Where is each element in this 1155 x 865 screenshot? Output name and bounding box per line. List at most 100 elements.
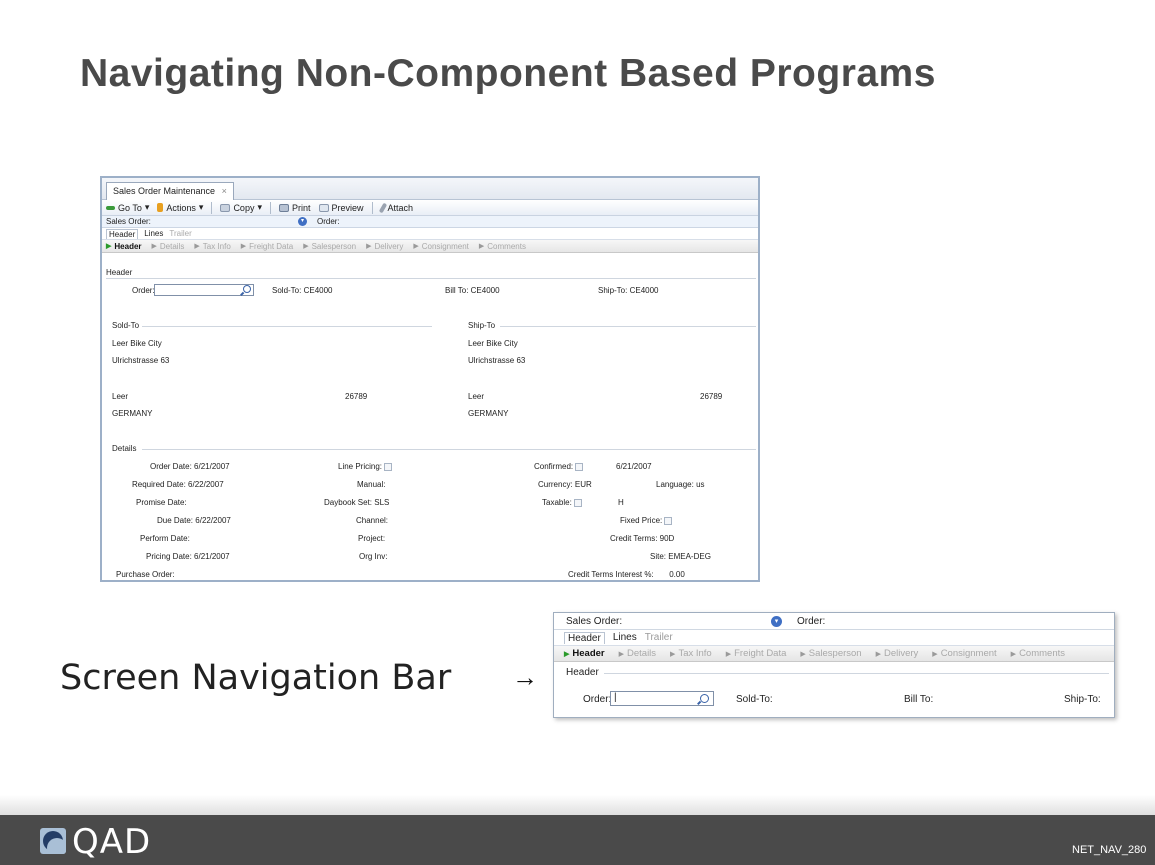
credit-terms-label: Credit Terms: xyxy=(610,534,658,543)
nav-item-salesperson[interactable]: ▶ Salesperson xyxy=(303,242,356,251)
nav-label: Details xyxy=(159,241,185,251)
frame-tab-lines[interactable]: Lines xyxy=(144,229,163,238)
due-date-label: Due Date: xyxy=(157,516,194,525)
chevron-down-icon: ▾ xyxy=(144,202,150,212)
copy-button[interactable]: Copy ▾ xyxy=(220,202,262,213)
tab-sales-order-maintenance[interactable]: Sales Order Maintenance × xyxy=(106,182,234,200)
ship-to-title: Ship-To xyxy=(468,321,496,330)
nav-label: Header xyxy=(114,241,142,251)
zoom-nav-item-comments[interactable]: ▶ Comments xyxy=(1011,648,1065,659)
header-section-title: Header xyxy=(106,268,133,277)
zoom-nav-item-details[interactable]: ▶ Details xyxy=(619,648,656,659)
nav-item-freight-data[interactable]: ▶ Freight Data xyxy=(241,242,293,251)
sold-to-name: Leer Bike City xyxy=(112,339,162,348)
zoom-order-label: Order: xyxy=(797,616,826,627)
sold-to-title: Sold-To xyxy=(112,321,140,330)
zoom-nav-item-tax-info[interactable]: ▶ Tax Info xyxy=(670,648,712,659)
chevron-down-icon: ▾ xyxy=(198,202,204,212)
credit-terms-value: 90D xyxy=(659,534,675,543)
credit-interest-value: 0.00 xyxy=(669,570,685,579)
details-title: Details xyxy=(112,444,137,453)
print-button[interactable]: Print xyxy=(278,202,311,213)
zoom-frame-tab-lines[interactable]: Lines xyxy=(613,632,637,643)
preview-button[interactable]: Preview xyxy=(318,203,364,213)
zoom-frame-tab-trailer[interactable]: Trailer xyxy=(645,632,673,643)
confirmed-label: Confirmed: xyxy=(534,462,574,471)
zoom-sold-to-label: Sold-To: xyxy=(736,694,773,705)
order-date-label: Order Date: xyxy=(150,462,192,471)
play-icon: ▶ xyxy=(670,650,676,658)
nav-item-details[interactable]: ▶ Details xyxy=(152,242,185,251)
nav-item-consignment[interactable]: ▶ Consignment xyxy=(413,242,469,251)
zoom-bill-to-label: Bill To: xyxy=(904,694,934,705)
play-icon: ▶ xyxy=(800,650,806,658)
search-icon[interactable] xyxy=(700,694,709,703)
zoom-nav-item-header[interactable]: ▶ Header xyxy=(564,648,605,659)
screen-navigation-bar: ▶ Header ▶ Details ▶ Tax Info ▶ Freight Data… xyxy=(102,240,758,253)
zoom-screen-navigation-bar: ▶ Header ▶ Details ▶ Tax Info ▶ Freight Data… xyxy=(554,646,1114,662)
fixed-price-checkbox[interactable] xyxy=(664,516,673,525)
slide: Navigating Non-Component Based Programs … xyxy=(0,0,1155,865)
tab-title: Sales Order Maintenance xyxy=(113,186,216,196)
actions-label: Actions xyxy=(166,202,196,213)
print-label: Print xyxy=(291,202,311,213)
play-icon: ▶ xyxy=(366,243,372,250)
zoom-nav-item-consignment[interactable]: ▶ Consignment xyxy=(932,648,996,659)
footer-gradient xyxy=(0,795,1155,817)
zoom-frame-tab-header[interactable]: Header xyxy=(564,631,605,644)
ship-to-zip: 26789 xyxy=(700,392,723,401)
required-date-label: Required Date: xyxy=(132,480,186,489)
close-icon[interactable]: × xyxy=(222,186,227,196)
expand-circle-icon[interactable]: ▾ xyxy=(771,616,782,627)
play-icon: ▶ xyxy=(106,243,112,250)
project-label: Project: xyxy=(358,534,386,543)
play-icon: ▶ xyxy=(194,243,200,250)
pricing-date-value: 6/21/2007 xyxy=(194,552,230,561)
language-label: Language: xyxy=(656,480,694,489)
daybook-set-value: SLS xyxy=(374,498,390,507)
nav-item-header[interactable]: ▶ Header xyxy=(106,242,142,251)
tab-bar: Sales Order Maintenance × xyxy=(102,178,758,200)
taxable-label: Taxable: xyxy=(542,498,572,507)
order-field-label: Order: xyxy=(132,286,155,295)
actions-button[interactable]: Actions ▾ xyxy=(157,202,203,213)
line-pricing-checkbox[interactable] xyxy=(384,462,393,471)
nav-label: Delivery xyxy=(883,648,919,659)
navigation-bar-zoom: Sales Order: ▾ Order: Header Lines Trail… xyxy=(553,612,1115,718)
sold-to-label: Sold-To: xyxy=(272,286,302,295)
ship-to-name: Leer Bike City xyxy=(468,339,518,348)
search-icon[interactable] xyxy=(243,285,251,293)
due-date-value: 6/22/2007 xyxy=(195,516,231,525)
nav-label: Header xyxy=(572,648,605,659)
nav-item-tax-info[interactable]: ▶ Tax Info xyxy=(194,242,230,251)
play-icon: ▶ xyxy=(725,650,732,658)
nav-item-delivery[interactable]: ▶ Delivery xyxy=(366,242,403,251)
zoom-ship-to-label: Ship-To: xyxy=(1064,694,1101,705)
taxable-checkbox[interactable] xyxy=(574,498,583,507)
manual-label: Manual: xyxy=(357,480,386,489)
sales-order-screenshot: Sales Order Maintenance × Go To ▾ Action… xyxy=(100,176,760,582)
slide-id: NET_NAV_280 xyxy=(1072,844,1147,856)
expand-circle-icon[interactable]: ▾ xyxy=(298,217,307,226)
promise-date-label: Promise Date: xyxy=(136,498,187,507)
divider xyxy=(106,278,756,279)
play-icon: ▶ xyxy=(564,650,570,658)
zoom-nav-item-freight-data[interactable]: ▶ Freight Data xyxy=(726,648,787,659)
zoom-nav-item-salesperson[interactable]: ▶ Salesperson xyxy=(800,648,861,659)
copy-icon xyxy=(220,203,231,212)
nav-label: Details xyxy=(627,648,657,659)
right-arrow-icon: → xyxy=(512,662,538,692)
confirmed-checkbox[interactable] xyxy=(575,462,584,471)
taxable-extra: H xyxy=(618,498,624,507)
zoom-nav-item-delivery[interactable]: ▶ Delivery xyxy=(876,648,919,659)
language-value: us xyxy=(696,480,705,489)
nav-item-comments[interactable]: ▶ Comments xyxy=(479,242,526,251)
frame-tab-trailer[interactable]: Trailer xyxy=(169,229,191,238)
required-date-value: 6/22/2007 xyxy=(188,480,224,489)
text-cursor: | xyxy=(614,692,617,703)
site-label: Site: xyxy=(650,552,667,561)
attach-button[interactable]: Attach xyxy=(378,202,413,213)
goto-button[interactable]: Go To ▾ xyxy=(106,202,149,213)
frame-tab-header[interactable]: Header xyxy=(106,228,139,239)
chevron-down-icon: ▾ xyxy=(257,202,262,212)
